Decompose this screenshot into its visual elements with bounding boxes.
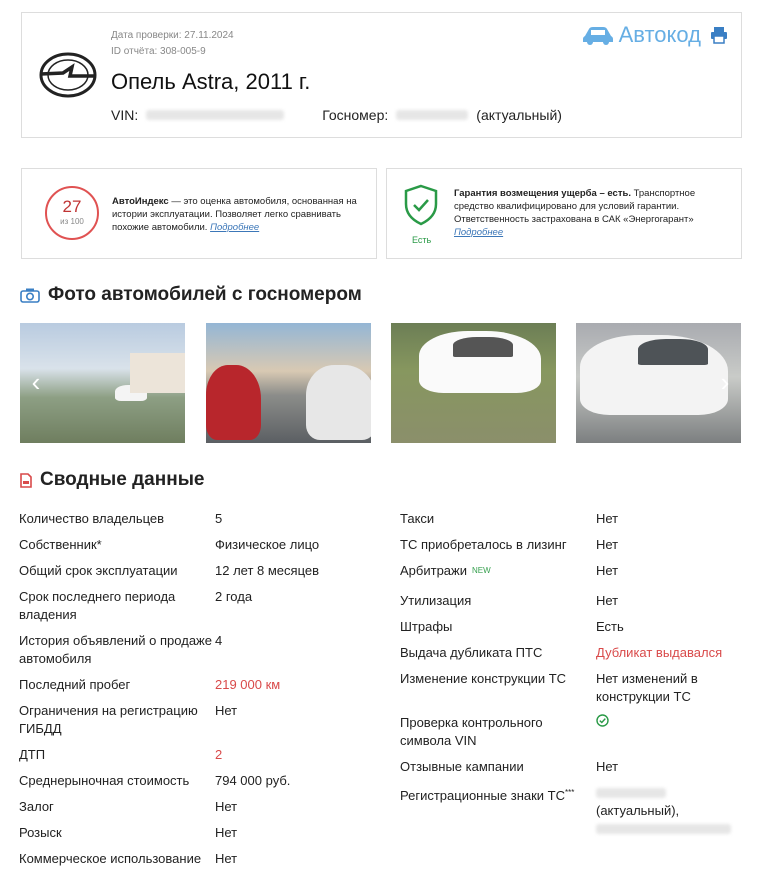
fines-value[interactable]: Есть (596, 618, 744, 636)
summary-row: Изменение конструкции ТС Нет изменений в… (400, 671, 698, 704)
summary-row: История объявлений о продаже автомобиля … (19, 633, 223, 666)
car-photo[interactable] (391, 323, 556, 443)
car-icon (582, 27, 613, 45)
regnum-value-blurred (396, 110, 469, 120)
mileage-value[interactable]: 219 000 км (215, 676, 363, 694)
summary-row: Проверка контрольного символа VIN (400, 714, 744, 750)
photos-section-title: Фото автомобилей с госномером (20, 284, 362, 306)
summary-row: Арбитражи NEW Нет (400, 563, 619, 578)
regnum-status: (актуальный) (476, 107, 562, 123)
car-title: Опель Astra, 2011 г. (111, 69, 311, 94)
photo-carousel[interactable]: ‹ › (20, 323, 742, 443)
autoindex-score-badge: 27 из 100 (45, 186, 99, 240)
report-meta: Дата проверки: 27.11.2024 ID отчёта: 308… (111, 28, 234, 60)
summary-row: Выдача дубликата ПТС Дубликат выдавался (400, 644, 744, 662)
summary-row: Штрафы Есть (400, 618, 744, 636)
summary-row: Залог Нет (19, 799, 238, 814)
opel-logo-icon (39, 52, 97, 98)
vin-value-blurred (146, 110, 285, 120)
summary-section-title: Сводные данные (20, 469, 205, 491)
summary-row: Розыск Нет (19, 825, 238, 840)
camera-icon (20, 288, 40, 303)
autoindex-description: АвтоИндекс — это оценка автомобиля, осно… (112, 196, 357, 233)
autoindex-score-sub: из 100 (60, 217, 84, 226)
summary-row: ТС приобреталось в лизинг Нет (400, 537, 619, 552)
print-icon[interactable] (709, 25, 729, 45)
summary-row: Ограничения на регистрацию ГИБДД Нет (19, 703, 238, 736)
accidents-value[interactable]: 2 (215, 746, 363, 764)
document-icon (20, 472, 32, 488)
summary-row: Количество владельцев 5 (19, 511, 223, 526)
regnum-label: Госномер: (322, 107, 389, 123)
summary-row: Среднерыночная стоимость 794 000 руб. (19, 773, 291, 788)
guarantee-card: Есть Гарантия возмещения ущерба – есть. … (386, 168, 742, 259)
autoindex-title: АвтоИндекс (112, 196, 169, 207)
summary-row: Регистрационные знаки ТС*** (актуальный)… (400, 784, 744, 838)
carousel-prev-icon[interactable]: ‹ (26, 367, 46, 397)
guarantee-description: Гарантия возмещения ущерба – есть. Транс… (454, 188, 696, 238)
brand-name: Автокод (618, 22, 701, 47)
guarantee-more-link[interactable]: Подробнее (454, 227, 503, 238)
summary-row: Последний пробег 219 000 км (19, 676, 363, 694)
carousel-next-icon[interactable]: › (715, 367, 735, 397)
vin-row: VIN: Госномер: (актуальный) (111, 107, 562, 123)
guarantee-badge: Есть (412, 235, 432, 245)
summary-row: Отзывные кампании Нет (400, 759, 619, 774)
summary-row: Срок последнего периода владения 2 года (19, 589, 253, 622)
report-header-card: Дата проверки: 27.11.2024 ID отчёта: 308… (21, 12, 742, 138)
summary-row: Коммерческое использование Нет (19, 851, 238, 866)
summary-row: ДТП 2 (19, 746, 363, 764)
autoindex-score: 27 (62, 197, 82, 216)
car-photo[interactable] (206, 323, 371, 443)
pts-duplicate-value[interactable]: Дубликат выдавался (596, 644, 744, 662)
autoindex-card: 27 из 100 АвтоИндекс — это оценка автомо… (21, 168, 377, 259)
summary-row: Утилизация Нет (400, 593, 619, 608)
report-id: ID отчёта: 308-005-9 (111, 46, 206, 57)
check-circle-icon (596, 714, 609, 727)
car-photo[interactable]: › (576, 323, 741, 443)
summary-row: Общий срок эксплуатации 12 лет 8 месяцев (19, 563, 320, 578)
summary-row: Такси Нет (400, 511, 619, 526)
new-badge: NEW (471, 566, 491, 575)
vin-label: VIN: (111, 107, 139, 123)
summary-row: Собственник* Физическое лицо (19, 537, 320, 552)
regnum-history-blurred (596, 788, 666, 798)
brand: Автокод (582, 22, 729, 48)
shield-check-icon (404, 184, 438, 226)
car-photo[interactable]: ‹ (20, 323, 185, 443)
check-date: Дата проверки: 27.11.2024 (111, 30, 234, 41)
autoindex-more-link[interactable]: Подробнее (210, 222, 259, 233)
regnum-history-blurred (596, 824, 731, 834)
guarantee-title: Гарантия возмещения ущерба – есть. (454, 188, 631, 199)
